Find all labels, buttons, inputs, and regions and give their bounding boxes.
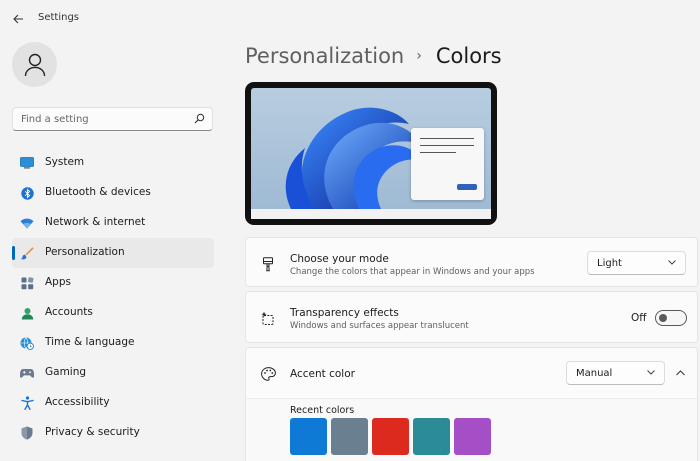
sidebar-item-bluetooth[interactable]: Bluetooth & devices xyxy=(12,178,214,208)
search-box[interactable] xyxy=(12,107,213,131)
bluetooth-icon xyxy=(20,186,34,200)
sidebar-item-label: Apps xyxy=(45,276,71,288)
accent-dropdown-value: Manual xyxy=(576,368,613,379)
breadcrumb-parent[interactable]: Personalization xyxy=(245,44,404,68)
color-swatch-4[interactable] xyxy=(413,418,450,455)
gamepad-icon xyxy=(20,366,34,380)
transparency-title: Transparency effects xyxy=(290,307,399,319)
color-swatch-3[interactable] xyxy=(372,418,409,455)
sidebar-item-personalization[interactable]: Personalization xyxy=(12,238,214,268)
title-bar: Settings xyxy=(0,0,700,36)
sidebar-item-gaming[interactable]: Gaming xyxy=(12,358,214,388)
sidebar-item-label: Accounts xyxy=(45,306,93,318)
mode-dropdown-value: Light xyxy=(597,258,622,269)
app-title: Settings xyxy=(38,12,80,23)
color-swatch-2[interactable] xyxy=(331,418,368,455)
mode-subtitle: Change the colors that appear in Windows… xyxy=(290,267,535,277)
chevron-down-icon xyxy=(647,370,655,375)
breadcrumb: Personalization › Colors xyxy=(245,44,502,68)
recent-colors xyxy=(290,418,491,455)
chevron-up-icon xyxy=(675,370,685,376)
sidebar-item-system[interactable]: System xyxy=(12,148,214,178)
color-swatch-5[interactable] xyxy=(454,418,491,455)
mode-card: Choose your mode Change the colors that … xyxy=(245,237,698,287)
avatar[interactable] xyxy=(12,42,57,87)
paintbrush-icon xyxy=(260,256,276,272)
preview-taskbar xyxy=(251,209,491,219)
transparency-state-label: Off xyxy=(631,312,647,324)
back-button[interactable] xyxy=(8,9,28,29)
sidebar-item-apps[interactable]: Apps xyxy=(12,268,214,298)
person-icon xyxy=(20,306,34,320)
sidebar-item-time-language[interactable]: Time & language xyxy=(12,328,214,358)
chevron-down-icon xyxy=(668,260,676,265)
monitor-icon xyxy=(20,156,34,170)
transparency-toggle[interactable] xyxy=(655,310,687,326)
breadcrumb-separator: › xyxy=(416,48,422,64)
page-title: Colors xyxy=(435,44,502,68)
sidebar-item-label: Privacy & security xyxy=(45,426,140,438)
wifi-icon xyxy=(20,216,34,230)
search-icon[interactable] xyxy=(194,113,205,124)
accent-title: Accent color xyxy=(290,368,355,380)
transparency-subtitle: Windows and surfaces appear translucent xyxy=(290,321,469,331)
theme-preview xyxy=(245,82,497,225)
accent-dropdown[interactable]: Manual xyxy=(566,361,665,385)
sidebar-item-label: Personalization xyxy=(45,246,125,258)
preview-window xyxy=(411,128,484,200)
sidebar-item-label: Gaming xyxy=(45,366,87,378)
sidebar-item-network[interactable]: Network & internet xyxy=(12,208,214,238)
globe-clock-icon xyxy=(20,336,34,350)
sidebar-item-label: System xyxy=(45,156,85,168)
preview-window-button xyxy=(457,184,477,190)
palette-icon xyxy=(260,366,276,382)
sidebar-item-accounts[interactable]: Accounts xyxy=(12,298,214,328)
mode-dropdown[interactable]: Light xyxy=(587,251,686,275)
accent-collapse-button[interactable] xyxy=(670,365,690,381)
accessibility-icon xyxy=(20,396,34,410)
person-icon xyxy=(24,53,45,76)
sidebar-item-accessibility[interactable]: Accessibility xyxy=(12,388,214,418)
apps-icon xyxy=(20,276,34,290)
mode-title: Choose your mode xyxy=(290,253,389,265)
toggle-knob xyxy=(659,314,667,322)
sidebar-item-label: Time & language xyxy=(45,336,135,348)
search-input[interactable] xyxy=(21,111,191,127)
accent-card: Accent color Manual Recent colors xyxy=(245,347,698,461)
shield-icon xyxy=(20,426,34,440)
recent-colors-label: Recent colors xyxy=(290,405,355,416)
sidebar-item-label: Accessibility xyxy=(45,396,110,408)
sidebar-item-privacy-security[interactable]: Privacy & security xyxy=(12,418,214,448)
sidebar-nav: System Bluetooth & devices Network & int… xyxy=(12,148,214,448)
color-swatch-1[interactable] xyxy=(290,418,327,455)
back-arrow-icon xyxy=(12,14,23,24)
sidebar-item-label: Bluetooth & devices xyxy=(45,186,151,198)
sidebar-item-label: Network & internet xyxy=(45,216,146,228)
transparency-icon xyxy=(260,310,276,326)
brush-icon xyxy=(20,246,34,260)
transparency-card: Transparency effects Windows and surface… xyxy=(245,291,698,343)
